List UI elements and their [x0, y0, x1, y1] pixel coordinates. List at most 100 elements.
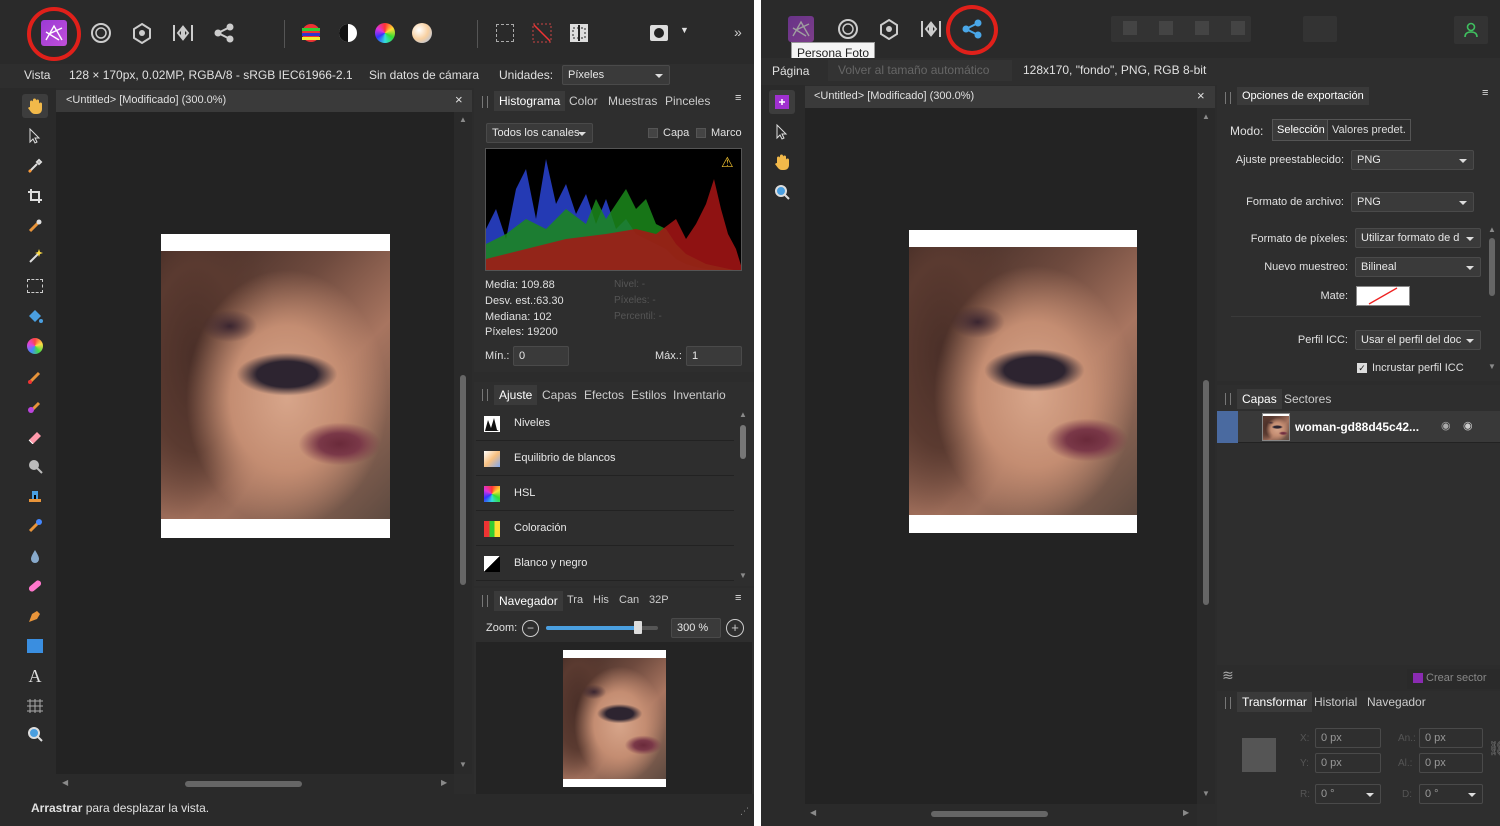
color-picker-icon[interactable]: [22, 154, 48, 178]
anchor-point-icon[interactable]: [1242, 738, 1276, 772]
tab-swatches[interactable]: Muestras: [608, 94, 657, 108]
scroll-thumb[interactable]: [1203, 380, 1209, 605]
scroll-thumb[interactable]: [185, 781, 302, 787]
width-input[interactable]: 0 px: [1419, 728, 1483, 748]
persona-tonemap-icon[interactable]: [916, 14, 946, 44]
persona-photo-icon[interactable]: [786, 14, 816, 44]
erase-brush-icon[interactable]: [22, 424, 48, 448]
crop-tool-icon[interactable]: [22, 184, 48, 208]
align-button[interactable]: [1303, 16, 1337, 42]
dodge-burn-icon[interactable]: [22, 454, 48, 478]
tab-export-options[interactable]: Opciones de exportación: [1237, 87, 1369, 105]
scroll-thumb[interactable]: [460, 375, 466, 585]
scroll-down-icon[interactable]: ▼: [1488, 362, 1496, 371]
create-slice-button[interactable]: Crear sector: [1407, 669, 1500, 689]
panel-menu-icon[interactable]: ≡: [735, 592, 741, 604]
rotation-input[interactable]: 0 °: [1315, 784, 1381, 804]
view-tool-hand-icon[interactable]: [22, 94, 48, 118]
tab-navigator[interactable]: Navegador: [1367, 695, 1426, 709]
scroll-down-icon[interactable]: ▼: [1202, 789, 1210, 798]
zoom-in-icon[interactable]: +: [726, 619, 744, 637]
tab-slices[interactable]: Sectores: [1284, 392, 1331, 406]
scroll-down-icon[interactable]: ▼: [459, 760, 467, 769]
scroll-thumb[interactable]: [740, 425, 746, 459]
tab-stock[interactable]: Inventario: [673, 388, 726, 402]
hsl-icon[interactable]: [370, 18, 400, 48]
panel-grip-icon[interactable]: [482, 595, 488, 607]
tab-channels[interactable]: Can: [619, 594, 639, 606]
panel-grip-icon[interactable]: [482, 96, 488, 108]
tab-history[interactable]: Historial: [1314, 695, 1357, 709]
scroll-up-icon[interactable]: ▲: [1202, 112, 1210, 121]
tab-adjustment[interactable]: Ajuste: [494, 385, 538, 405]
shear-input[interactable]: 0 °: [1419, 784, 1483, 804]
tab-styles[interactable]: Estilos: [631, 388, 666, 402]
slice-tool-icon[interactable]: [1195, 21, 1209, 35]
close-document-icon[interactable]: ×: [455, 92, 463, 107]
preset-dropdown[interactable]: PNG: [1351, 150, 1474, 170]
zoom-input[interactable]: 300 %: [671, 618, 721, 638]
text-tool-icon[interactable]: A: [22, 664, 48, 688]
x-input[interactable]: 0 px: [1315, 728, 1381, 748]
selection-brush-icon[interactable]: [22, 214, 48, 238]
slice-tool-icon[interactable]: [769, 90, 795, 114]
resize-grip-icon[interactable]: ⋰: [740, 806, 749, 817]
units-dropdown[interactable]: Píxeles: [562, 65, 670, 85]
panel-grip-icon[interactable]: [482, 389, 488, 401]
gradient-tool-icon[interactable]: [22, 334, 48, 358]
max-input[interactable]: 1: [686, 346, 742, 366]
layer-visibility-icon[interactable]: ◉: [1463, 419, 1473, 432]
invert-selection-icon[interactable]: [564, 18, 594, 48]
scroll-up-icon[interactable]: ▲: [1488, 225, 1496, 234]
scroll-up-icon[interactable]: ▲: [739, 410, 747, 419]
zoom-slider[interactable]: [546, 621, 658, 634]
auto-size-button[interactable]: Volver al tamaño automático: [828, 60, 1012, 81]
link-icon[interactable]: ⛓: [1488, 740, 1500, 757]
white-balance-icon[interactable]: [407, 18, 437, 48]
layers-stack-icon[interactable]: ≋: [1222, 667, 1234, 684]
rectangle-tool-icon[interactable]: [22, 634, 48, 658]
color-replacement-icon[interactable]: [22, 394, 48, 418]
layer-checkbox[interactable]: [648, 128, 658, 138]
slice-tool-icon[interactable]: [1123, 21, 1137, 35]
scroll-left-icon[interactable]: ◀: [810, 808, 816, 817]
panel-grip-icon[interactable]: [1225, 393, 1231, 405]
tab-effects[interactable]: Efectos: [584, 388, 624, 402]
black-white-icon[interactable]: [333, 18, 363, 48]
blur-brush-icon[interactable]: [22, 544, 48, 568]
icc-profile-dropdown[interactable]: Usar el perfil del doc: [1355, 330, 1481, 350]
slice-tool-icon[interactable]: [1231, 21, 1245, 35]
chevron-down-icon[interactable]: ▼: [680, 25, 689, 35]
matte-color-swatch[interactable]: [1356, 286, 1410, 306]
zoom-tool-icon[interactable]: [769, 180, 795, 204]
mesh-warp-icon[interactable]: [22, 694, 48, 718]
tab-brushes[interactable]: Pinceles: [665, 94, 710, 108]
adjustment-levels[interactable]: Niveles: [476, 407, 734, 441]
quick-mask-icon[interactable]: [644, 18, 674, 48]
persona-develop-icon[interactable]: [127, 18, 157, 48]
persona-liquify-icon[interactable]: [833, 14, 863, 44]
file-format-dropdown[interactable]: PNG: [1351, 192, 1474, 212]
tab-navigator[interactable]: Navegador: [494, 591, 563, 611]
clone-stamp-icon[interactable]: [22, 484, 48, 508]
mode-presets-button[interactable]: Valores predet.: [1327, 119, 1411, 141]
view-tool-hand-icon[interactable]: [769, 150, 795, 174]
visibility-eye-icon[interactable]: ◉: [1441, 419, 1451, 432]
healing-brush-icon[interactable]: [22, 574, 48, 598]
channels-dropdown[interactable]: Todos los canales: [486, 123, 593, 143]
scroll-thumb[interactable]: [931, 811, 1048, 817]
zoom-tool-icon[interactable]: [22, 722, 48, 746]
tab-transform[interactable]: Transformar: [1237, 692, 1312, 712]
tab-32bit[interactable]: 32P: [649, 594, 669, 606]
min-input[interactable]: 0: [513, 346, 569, 366]
move-tool-icon[interactable]: [769, 120, 795, 144]
tab-layers[interactable]: Capas: [542, 388, 577, 402]
zoom-out-icon[interactable]: −: [522, 620, 539, 637]
scroll-thumb[interactable]: [1489, 238, 1495, 296]
panel-menu-icon[interactable]: ≡: [735, 92, 741, 104]
tab-history[interactable]: His: [593, 594, 609, 606]
panel-grip-icon[interactable]: [1225, 92, 1231, 104]
scroll-down-icon[interactable]: ▼: [739, 571, 747, 580]
scroll-left-icon[interactable]: ◀: [62, 778, 68, 787]
deselect-icon[interactable]: [527, 18, 557, 48]
